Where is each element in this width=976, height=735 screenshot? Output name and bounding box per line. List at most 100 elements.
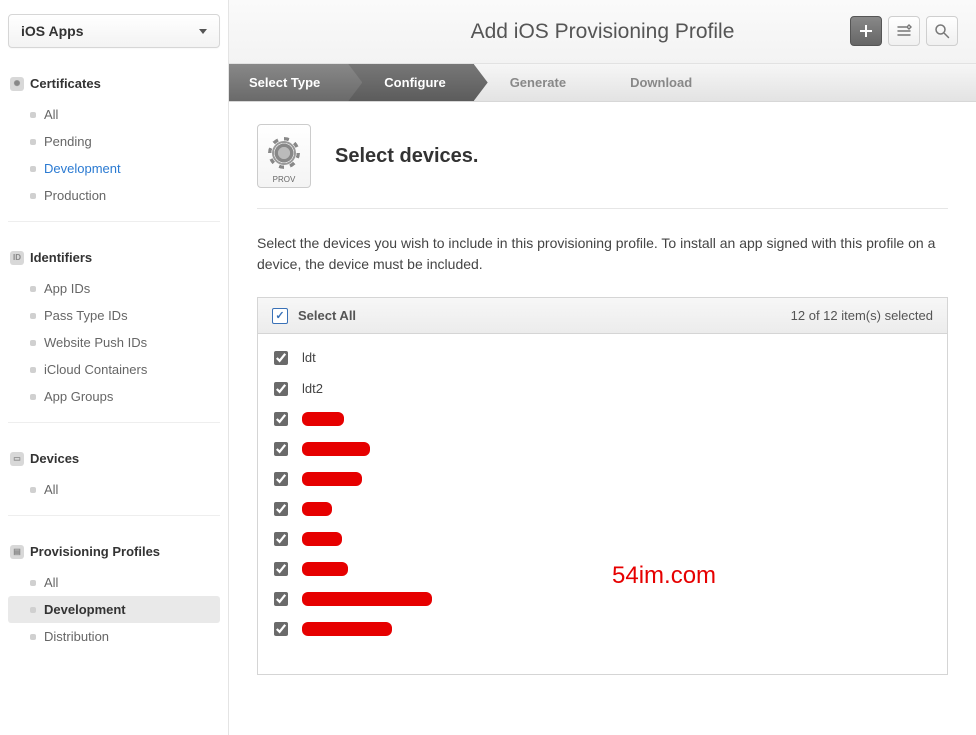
gear-icon <box>272 141 296 165</box>
device-checkbox[interactable] <box>274 562 288 576</box>
device-checkbox[interactable] <box>274 532 288 546</box>
sidebar-item[interactable]: Production <box>8 182 220 209</box>
bullet-icon <box>30 286 36 292</box>
step-label: Generate <box>510 75 566 90</box>
divider <box>8 221 220 222</box>
bullet-icon <box>30 607 36 613</box>
redacted-name <box>302 442 370 456</box>
sidebar-group: ▤Provisioning Profiles All Development Dist… <box>8 542 220 650</box>
device-checkbox[interactable] <box>274 472 288 486</box>
redacted-name <box>302 502 332 516</box>
divider <box>257 208 948 209</box>
device-name: ldt2 <box>302 381 323 396</box>
device-name: ldt <box>302 350 316 365</box>
step[interactable]: Configure <box>348 64 473 101</box>
bullet-icon <box>30 367 36 373</box>
sidebar-item-label: All <box>44 575 58 590</box>
sidebar-item[interactable]: App Groups <box>8 383 220 410</box>
sidebar-group-title: ▭ Devices <box>8 449 220 472</box>
device-checkbox[interactable] <box>274 351 288 365</box>
sidebar-group: ID Identifiers App IDsPass Type IDs Website… <box>8 248 220 410</box>
sidebar-item[interactable]: iCloud Containers <box>8 356 220 383</box>
titlebar: Add iOS Provisioning Profile <box>229 0 976 64</box>
content: PROV Select devices. Select the devices … <box>229 102 976 735</box>
redacted-name <box>302 592 432 606</box>
sidebar-item-label: Pending <box>44 134 92 149</box>
device-checkbox[interactable] <box>274 622 288 636</box>
device-checkbox[interactable] <box>274 502 288 516</box>
plus-icon <box>858 23 874 39</box>
redacted-name <box>302 472 362 486</box>
device-row: ldt <box>258 342 947 373</box>
sidebar-item[interactable]: All <box>8 569 220 596</box>
device-row <box>258 434 947 464</box>
platform-dropdown-label: iOS Apps <box>21 23 84 39</box>
sidebar: iOS Apps ✺ Certificates All Pending Developm… <box>0 0 229 735</box>
bullet-icon <box>30 340 36 346</box>
sidebar-item-label: iCloud Containers <box>44 362 147 377</box>
step[interactable]: Select Type <box>229 64 348 101</box>
search-icon <box>934 23 950 39</box>
redacted-name <box>302 532 342 546</box>
platform-dropdown[interactable]: iOS Apps <box>8 14 220 48</box>
device-row <box>258 584 947 614</box>
title-actions <box>850 16 958 46</box>
sidebar-group: ✺ Certificates All Pending Development Produc… <box>8 74 220 209</box>
device-box: Select All 12 of 12 item(s) selected ldt… <box>257 297 948 675</box>
sidebar-item[interactable]: Development <box>8 155 220 182</box>
sidebar-item-label: Website Push IDs <box>44 335 147 350</box>
step[interactable]: Download <box>594 64 720 101</box>
device-checkbox[interactable] <box>274 382 288 396</box>
redacted-name <box>302 412 344 426</box>
page-title: Add iOS Provisioning Profile <box>471 20 735 44</box>
device-list[interactable]: ldt ldt2 <box>258 334 947 674</box>
bullet-icon <box>30 112 36 118</box>
sidebar-item[interactable]: App IDs <box>8 275 220 302</box>
prov-file-badge: PROV <box>273 175 296 184</box>
sidebar-group-label: Identifiers <box>30 250 92 265</box>
sidebar-item-label: All <box>44 107 58 122</box>
device-row <box>258 524 947 554</box>
sidebar-item[interactable]: Development <box>8 596 220 623</box>
device-checkbox[interactable] <box>274 412 288 426</box>
device-checkbox[interactable] <box>274 592 288 606</box>
step[interactable]: Generate <box>474 64 594 101</box>
sidebar-group-title: ▤Provisioning Profiles <box>8 542 220 565</box>
sidebar-group-icon: ✺ <box>10 77 24 91</box>
device-row <box>258 554 947 584</box>
redacted-name <box>302 562 348 576</box>
sidebar-item-label: Distribution <box>44 629 109 644</box>
sidebar-item[interactable]: Website Push IDs <box>8 329 220 356</box>
sidebar-item[interactable]: Distribution <box>8 623 220 650</box>
chevron-down-icon <box>199 29 207 34</box>
sidebar-item[interactable]: All <box>8 476 220 503</box>
description: Select the devices you wish to include i… <box>257 233 948 275</box>
sidebar-group-icon: ID <box>10 251 24 265</box>
sidebar-group-icon: ▤ <box>10 545 24 559</box>
edit-button[interactable] <box>888 16 920 46</box>
select-all-checkbox[interactable] <box>272 308 288 324</box>
sidebar-item-label: Development <box>44 602 126 617</box>
device-header: Select All 12 of 12 item(s) selected <box>258 298 947 334</box>
sidebar-item[interactable]: Pass Type IDs <box>8 302 220 329</box>
sidebar-group-icon: ▭ <box>10 452 24 466</box>
bullet-icon <box>30 139 36 145</box>
device-row <box>258 614 947 644</box>
sidebar-group-title: ID Identifiers <box>8 248 220 271</box>
sidebar-group-label: Devices <box>30 451 79 466</box>
sidebar-group-label: Certificates <box>30 76 101 91</box>
bullet-icon <box>30 166 36 172</box>
sidebar-item[interactable]: Pending <box>8 128 220 155</box>
step-label: Configure <box>384 75 445 90</box>
bullet-icon <box>30 487 36 493</box>
add-button[interactable] <box>850 16 882 46</box>
bullet-icon <box>30 580 36 586</box>
device-checkbox[interactable] <box>274 442 288 456</box>
device-row: ldt2 <box>258 373 947 404</box>
search-button[interactable] <box>926 16 958 46</box>
sidebar-item-label: Development <box>44 161 121 176</box>
device-row <box>258 404 947 434</box>
sidebar-item[interactable]: All <box>8 101 220 128</box>
bullet-icon <box>30 193 36 199</box>
sidebar-group-title: ✺ Certificates <box>8 74 220 97</box>
